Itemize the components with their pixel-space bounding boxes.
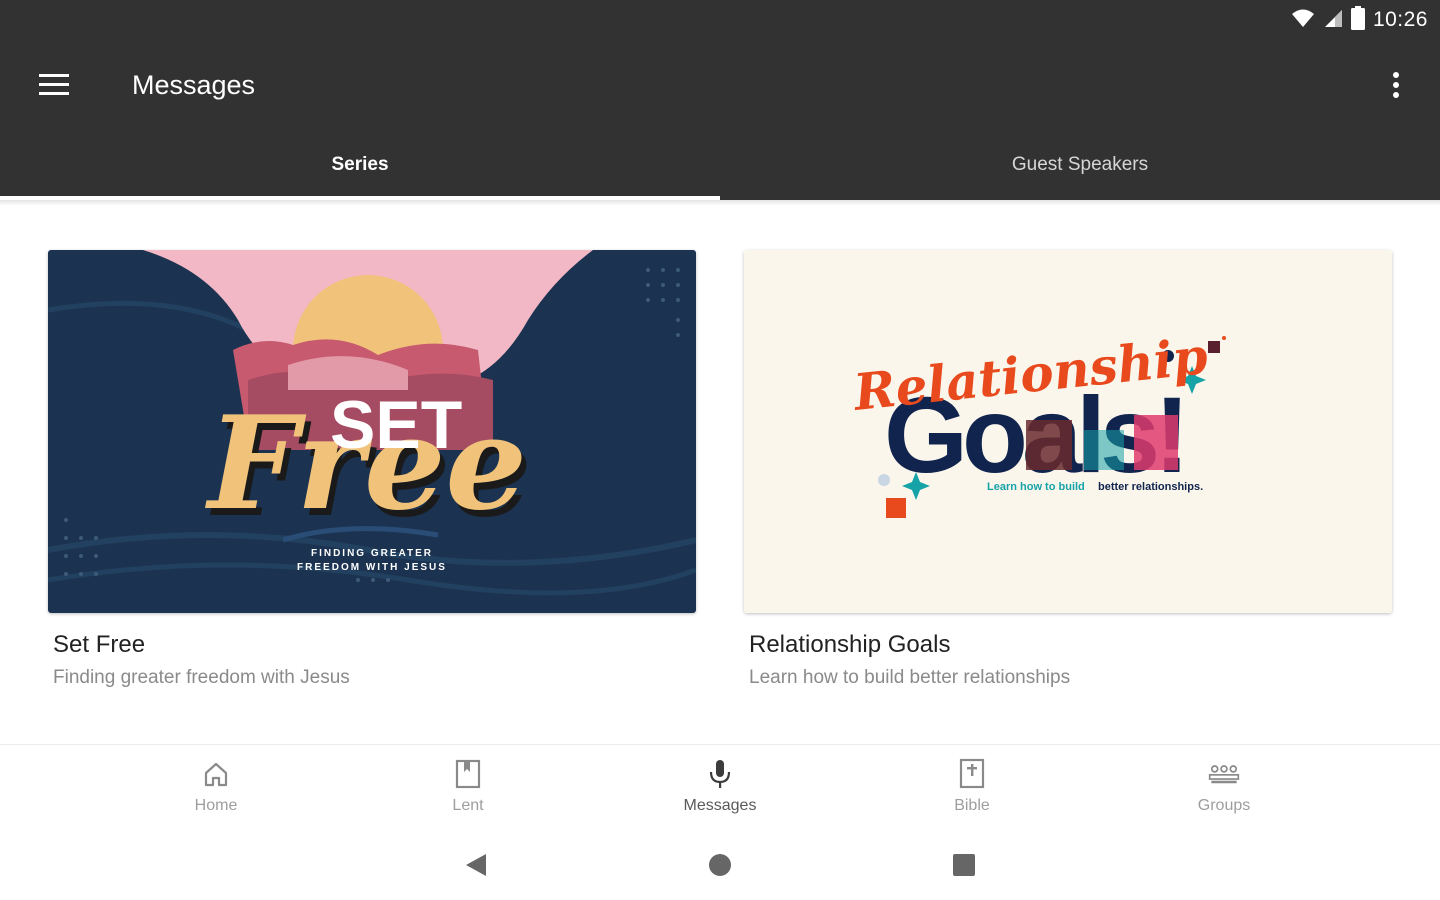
tab-bar: Series Guest Speakers: [0, 130, 1440, 200]
bible-icon: [956, 757, 988, 791]
home-circle-icon[interactable]: [702, 848, 738, 882]
cell-signal-icon: [1323, 8, 1343, 33]
battery-icon: [1350, 5, 1365, 35]
series-artwork-set-free: Free Free SET FINDING GREATER FREEDOM WI…: [48, 250, 696, 613]
artwork-word-set: SET: [330, 387, 462, 463]
nav-label-messages: Messages: [683, 797, 757, 814]
back-icon[interactable]: [458, 848, 494, 882]
app-toolbar: Messages: [0, 40, 1440, 130]
nav-label-bible: Bible: [954, 797, 990, 814]
series-card-set-free[interactable]: Free Free SET FINDING GREATER FREEDOM WI…: [48, 250, 696, 689]
series-artwork-relationship-goals: Goals! Relationship Learn how to build b…: [744, 250, 1392, 613]
app-root: 10:26 Messages Series Guest Speakers Fre…: [0, 0, 1440, 900]
card-subtitle: Finding greater freedom with Jesus: [53, 667, 350, 688]
recents-square-icon[interactable]: [946, 848, 982, 882]
groups-icon: [1208, 757, 1240, 791]
artwork-tagline-a: Learn how to build: [987, 481, 1085, 493]
system-navigation-bar: [0, 830, 1440, 900]
nav-item-groups[interactable]: Groups: [1098, 745, 1350, 831]
status-icons: 10:26: [1291, 5, 1428, 35]
tab-bar-shadow: [0, 200, 1440, 206]
status-bar: 10:26: [0, 0, 1440, 40]
status-time: 10:26: [1372, 8, 1428, 31]
card-title: Set Free: [53, 631, 146, 658]
nav-label-groups: Groups: [1197, 797, 1251, 814]
nav-item-lent[interactable]: Lent: [342, 745, 594, 831]
home-icon: [200, 757, 232, 791]
microphone-icon: [704, 757, 736, 791]
card-title: Relationship Goals: [749, 631, 951, 658]
artwork-tagline-b: better relationships.: [1098, 481, 1203, 493]
tab-guest-speakers-label: Guest Speakers: [1011, 154, 1149, 175]
bottom-navigation: Home Lent Messages Bible Groups: [0, 744, 1440, 830]
nav-item-home[interactable]: Home: [90, 745, 342, 831]
nav-item-bible[interactable]: Bible: [846, 745, 1098, 831]
artwork-tagline-2: FREEDOM WITH JESUS: [297, 562, 447, 573]
tab-series-label: Series: [331, 154, 389, 175]
tab-guest-speakers[interactable]: Guest Speakers: [720, 130, 1440, 200]
nav-item-messages[interactable]: Messages: [594, 745, 846, 831]
page-title: Messages: [132, 70, 256, 100]
book-icon: [452, 757, 484, 791]
card-subtitle: Learn how to build better relationships: [749, 667, 1071, 688]
nav-label-home: Home: [194, 797, 238, 814]
series-card-relationship-goals[interactable]: Goals! Relationship Learn how to build b…: [744, 250, 1392, 689]
tab-series[interactable]: Series: [0, 130, 720, 200]
more-vert-icon[interactable]: [1376, 62, 1416, 108]
artwork-tagline-1: FINDING GREATER: [311, 548, 433, 559]
nav-label-lent: Lent: [452, 797, 484, 814]
wifi-icon: [1291, 8, 1315, 33]
hamburger-menu-icon[interactable]: [28, 62, 80, 108]
